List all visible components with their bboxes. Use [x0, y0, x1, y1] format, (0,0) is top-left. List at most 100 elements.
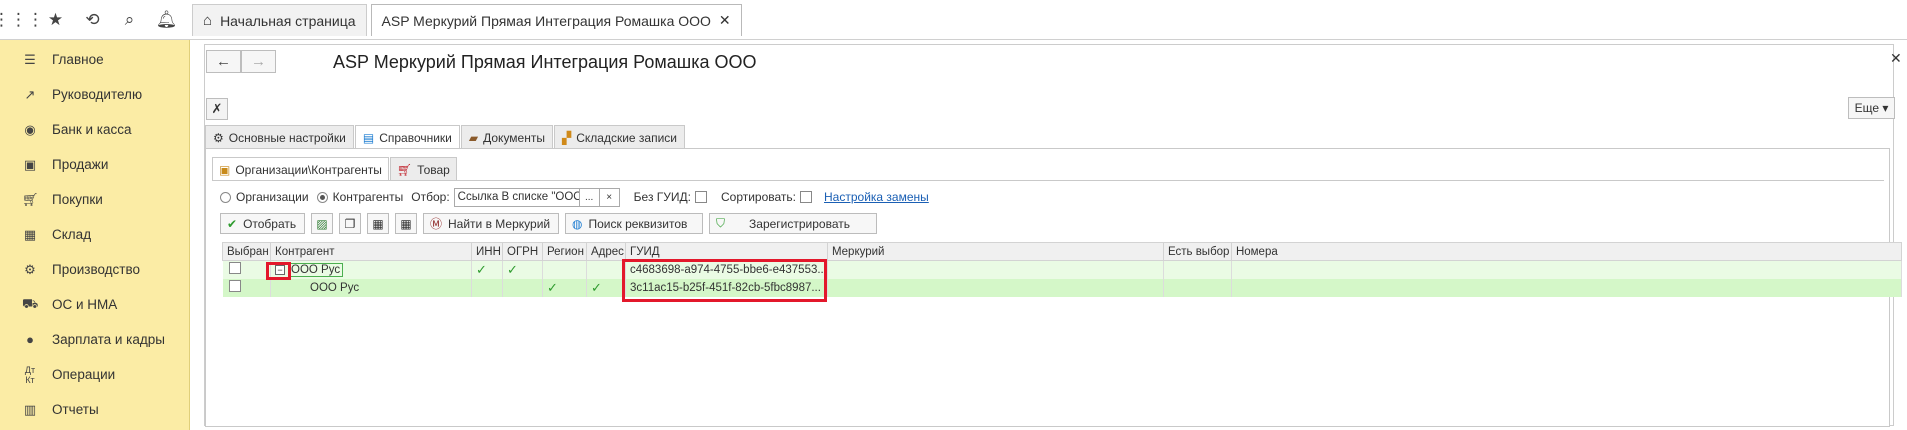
- cart-red-icon: 🛒︎: [396, 162, 413, 177]
- radio-contractors[interactable]: [316, 191, 328, 203]
- tools-button[interactable]: ✗: [206, 98, 228, 120]
- filter-input[interactable]: Ссылка В списке "ООО: [453, 187, 580, 207]
- row-checkbox-cell: [222, 260, 271, 279]
- close-tab-icon[interactable]: ✕: [719, 12, 731, 29]
- sidebar-item-salary[interactable]: ● Зарплата и кадры: [0, 322, 189, 357]
- row-checkbox[interactable]: [228, 262, 241, 275]
- tab-main-settings[interactable]: ⚙ Основные настройки: [205, 125, 354, 149]
- col-numbers[interactable]: Номера: [1230, 242, 1902, 261]
- tab-label: Справочники: [379, 130, 452, 145]
- col-address[interactable]: Адрес: [586, 242, 626, 261]
- shield-icon: ⛉: [716, 216, 726, 230]
- table-row[interactable]: ООО Рус ✓ ✓ 3c11ac15-b25f-451f-82cb-5fbc…: [222, 278, 1902, 297]
- col-selected[interactable]: Выбран: [222, 242, 271, 261]
- grid-button-1[interactable]: ▦: [367, 213, 389, 234]
- apps-grid-icon[interactable]: ⋮⋮⋮: [0, 0, 44, 40]
- grid-button-2[interactable]: ▦: [395, 213, 417, 234]
- tab-warehouse-records[interactable]: ▞ Складские записи: [553, 125, 685, 149]
- home-icon: ⌂: [203, 12, 213, 29]
- bar-chart-icon: ▥: [23, 401, 37, 417]
- filter-clear-button[interactable]: ×: [599, 187, 620, 207]
- edit-icon: ▨: [316, 216, 328, 231]
- radio-contractors-label: Контрагенты: [332, 190, 404, 204]
- bell-icon[interactable]: 🔔︎: [148, 0, 185, 40]
- cart-icon: 🛒︎: [22, 191, 39, 207]
- filter-select-button[interactable]: ...: [579, 187, 600, 207]
- org-icon: ▣: [219, 162, 231, 177]
- sidebar-item-assets[interactable]: ⛟ ОС и НМА: [0, 287, 189, 322]
- sub-tabs: ▣ Организации\Контрагенты 🛒︎ Товар: [212, 157, 458, 181]
- tab-orgs-contractors[interactable]: ▣ Организации\Контрагенты: [212, 157, 389, 181]
- history-icon[interactable]: ⟲: [74, 0, 111, 40]
- tab-label: Складские записи: [576, 130, 677, 145]
- truck-icon: ⛟: [22, 295, 39, 311]
- blocks-icon: ▞: [561, 130, 572, 145]
- star-icon[interactable]: ★: [37, 0, 74, 40]
- tab-directories[interactable]: ▤ Справочники: [354, 125, 460, 149]
- replace-settings-link[interactable]: Настройка замены: [824, 190, 929, 204]
- region-cell: ✓: [542, 278, 587, 297]
- menu-lines-icon: ☰: [24, 51, 36, 67]
- warehouse-icon: ▦: [23, 226, 37, 242]
- edit-button[interactable]: ▨: [311, 213, 333, 234]
- table-row[interactable]: − ООО Рус ✓ ✓ c4683698-a974-4755-bbe6-e43…: [222, 260, 1902, 279]
- search-icon[interactable]: ⌕: [111, 0, 148, 40]
- tab-documents[interactable]: ▰ Документы: [460, 125, 553, 149]
- col-guid[interactable]: ГУИД: [625, 242, 828, 261]
- numbers-cell: [1231, 278, 1902, 297]
- radio-organizations[interactable]: [220, 191, 231, 203]
- sidebar-item-warehouse[interactable]: ▦ Склад: [0, 217, 189, 252]
- sidebar-item-label: Руководителю: [52, 87, 143, 102]
- tab-asp-mercury[interactable]: ASP Меркурий Прямая Интеграция Ромашка О…: [370, 4, 742, 36]
- col-has-choice[interactable]: Есть выбор: [1162, 242, 1232, 261]
- no-guid-label: Без ГУИД:: [633, 190, 691, 204]
- nav-buttons: ← →: [206, 50, 276, 73]
- no-guid-checkbox[interactable]: [694, 191, 707, 203]
- sidebar-item-manager[interactable]: ↗ Руководителю: [0, 77, 189, 112]
- copy-button[interactable]: ❐: [339, 213, 361, 234]
- tab-goods[interactable]: 🛒︎ Товар: [389, 157, 457, 181]
- select-button[interactable]: ✔ Отобрать: [220, 213, 305, 234]
- col-mercury[interactable]: Меркурий: [826, 242, 1164, 261]
- check-icon: ✓: [507, 261, 518, 277]
- sidebar-item-reports[interactable]: ▥ Отчеты: [0, 392, 189, 427]
- col-inn[interactable]: ИНН: [471, 242, 503, 261]
- ogrn-cell: ✓: [502, 260, 543, 279]
- forward-button[interactable]: →: [241, 50, 276, 73]
- address-cell: [586, 260, 626, 279]
- contractor-cell[interactable]: − ООО Рус: [270, 260, 472, 279]
- col-contractor[interactable]: Контрагент: [270, 242, 472, 261]
- sidebar-item-sales[interactable]: ▣ Продажи: [0, 147, 189, 182]
- contractor-name: ООО Рус: [288, 262, 344, 277]
- tab-home[interactable]: ⌂ Начальная страница: [192, 4, 367, 36]
- sidebar-item-production[interactable]: ⚙ Производство: [0, 252, 189, 287]
- sidebar-item-label: Банк и касса: [52, 122, 132, 137]
- more-button[interactable]: Еще ▾: [1848, 97, 1895, 119]
- row-checkbox[interactable]: [228, 280, 241, 292]
- register-button[interactable]: ⛉ Зарегистрировать: [709, 213, 877, 234]
- close-form-icon[interactable]: ✕: [1890, 50, 1902, 67]
- contractor-cell[interactable]: ООО Рус: [270, 278, 472, 297]
- gear-icon: ⚙: [213, 130, 224, 145]
- highlight-guid: [622, 259, 827, 302]
- sidebar-item-label: Зарплата и кадры: [52, 332, 165, 347]
- find-mercury-label: Найти в Меркурий: [448, 216, 551, 231]
- col-region[interactable]: Регион: [542, 242, 587, 261]
- tools-icon: ✗: [211, 101, 223, 116]
- sidebar-item-main[interactable]: ☰ Главное: [0, 42, 189, 77]
- sidebar-item-operations[interactable]: Дт Кт Операции: [0, 357, 189, 392]
- col-ogrn[interactable]: ОГРН: [502, 242, 543, 261]
- sidebar-item-label: ОС и НМА: [52, 297, 118, 312]
- back-button[interactable]: ←: [206, 50, 241, 73]
- ogrn-cell: [502, 278, 543, 297]
- tab-label: Товар: [417, 162, 450, 177]
- briefcase-icon: ▰: [468, 130, 479, 145]
- table-settings-icon: ▦: [400, 216, 412, 231]
- sidebar-item-bank[interactable]: ◉ Банк и касса: [0, 112, 189, 147]
- sort-checkbox[interactable]: [800, 191, 813, 203]
- sidebar-item-purchases[interactable]: 🛒︎ Покупки: [0, 182, 189, 217]
- find-mercury-button[interactable]: Ⓜ Найти в Меркурий: [423, 213, 559, 234]
- contractors-table: Выбран Контрагент ИНН ОГРН Регион Адрес …: [222, 242, 1902, 297]
- find-requisites-button[interactable]: ◍ Поиск реквизитов: [565, 213, 703, 234]
- form-tabs: ⚙ Основные настройки ▤ Справочники ▰ Докуме…: [205, 125, 686, 149]
